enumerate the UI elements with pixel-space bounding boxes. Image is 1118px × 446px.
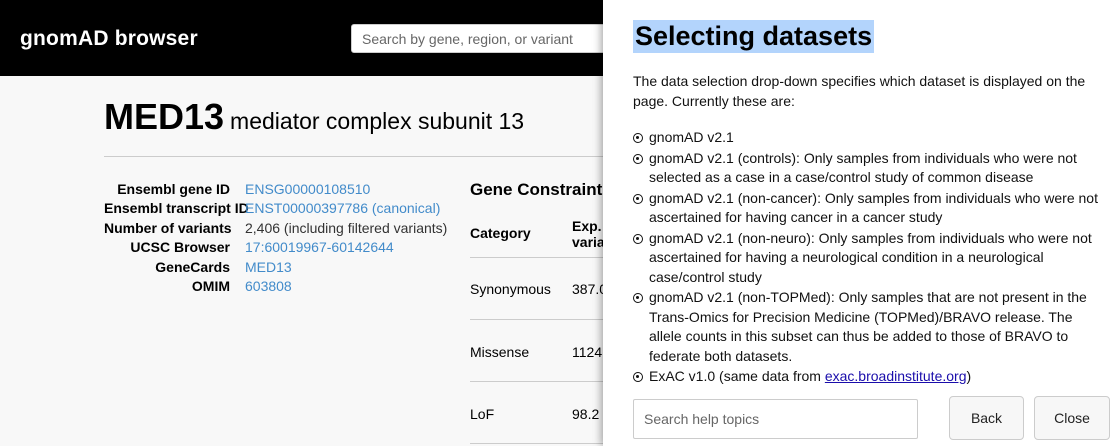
number-of-variants-value: 2,406 (including filtered variants) <box>245 219 448 236</box>
table-row-synonymous-expected: 387.0 <box>572 281 608 297</box>
table-row-lof-category: LoF <box>470 406 495 422</box>
brand-logo[interactable]: gnomAD browser <box>20 27 198 51</box>
table-row-lof-expected: 98.2 <box>572 406 600 422</box>
column-header-expected: Exp. varia <box>572 218 605 250</box>
table-row-divider <box>470 381 610 382</box>
genecards-link[interactable]: MED13 <box>245 258 292 277</box>
dataset-list: gnomAD v2.1 gnomAD v2.1 (controls): Only… <box>633 128 1103 387</box>
omim-link[interactable]: 603808 <box>245 277 292 296</box>
table-row-divider <box>470 319 610 320</box>
radio-bullet-icon <box>633 133 643 143</box>
attr-key: Number of variants <box>104 219 232 236</box>
radio-bullet-icon <box>633 293 643 303</box>
gene-symbol: MED13 <box>104 96 225 137</box>
table-row-divider <box>470 443 610 444</box>
attr-row-genecards: GeneCards MED13 <box>104 258 447 277</box>
page-title: MED13 mediator complex subunit 13 <box>104 96 524 138</box>
dataset-item-suffix: ) <box>966 368 972 384</box>
back-button[interactable]: Back <box>949 396 1024 440</box>
help-search-input[interactable] <box>633 399 918 439</box>
attr-row-ensembl-transcript-id: Ensembl transcript ID ENST00000397786 (c… <box>104 199 447 218</box>
table-row-missense-expected: 1124 <box>572 344 603 360</box>
attr-key: GeneCards <box>155 258 230 275</box>
ucsc-browser-link[interactable]: 17:60019967-60142644 <box>245 238 394 257</box>
help-title: Selecting datasets <box>633 20 875 53</box>
ensembl-gene-id-link[interactable]: ENSG00000108510 <box>245 180 370 199</box>
gene-full-name: mediator complex subunit 13 <box>230 108 525 134</box>
radio-bullet-icon <box>633 153 643 164</box>
dataset-item-text: gnomAD v2.1 (controls): Only samples fro… <box>649 149 1077 186</box>
help-content: The data selection drop-down specifies w… <box>633 72 1103 388</box>
column-header-category: Category <box>470 225 531 241</box>
dataset-item-text: gnomAD v2.1 <box>649 129 734 145</box>
radio-bullet-icon <box>633 233 643 244</box>
dataset-item-non-topmed: gnomAD v2.1 (non-TOPMed): Only samples t… <box>633 288 1103 366</box>
gene-attributes: Ensembl gene ID ENSG00000108510 Ensembl … <box>104 180 447 296</box>
exac-link[interactable]: exac.broadinstitute.org <box>825 368 967 384</box>
dataset-item-text: gnomAD v2.1 (non-cancer): Only samples f… <box>649 189 1098 226</box>
table-header-divider <box>470 257 610 258</box>
dataset-item-exac: ExAC v1.0 (same data from exac.broadinst… <box>633 367 1103 387</box>
dataset-item-text: ExAC v1.0 (same data from <box>649 368 825 384</box>
dataset-item-text: gnomAD v2.1 (non-neuro): Only samples fr… <box>649 229 1092 285</box>
dataset-item-gnomad-v2-1: gnomAD v2.1 <box>633 128 1103 148</box>
attr-key: OMIM <box>191 278 230 295</box>
dataset-item-non-cancer: gnomAD v2.1 (non-cancer): Only samples f… <box>633 189 1103 228</box>
attr-key: UCSC Browser <box>130 239 230 256</box>
table-row-missense-category: Missense <box>470 344 530 360</box>
attr-row-ensembl-gene-id: Ensembl gene ID ENSG00000108510 <box>104 180 447 199</box>
radio-bullet-icon <box>633 372 643 382</box>
dataset-item-controls: gnomAD v2.1 (controls): Only samples fro… <box>633 149 1103 188</box>
gene-constraint-heading: Gene Constraint <box>470 180 603 199</box>
attr-row-omim: OMIM 603808 <box>104 277 447 296</box>
ensembl-transcript-id-link[interactable]: ENST00000397786 (canonical) <box>245 199 440 218</box>
help-intro: The data selection drop-down specifies w… <box>633 73 1086 109</box>
dataset-item-non-neuro: gnomAD v2.1 (non-neuro): Only samples fr… <box>633 229 1103 288</box>
close-button[interactable]: Close <box>1034 396 1110 440</box>
search-input[interactable] <box>351 24 611 53</box>
attr-row-ucsc-browser: UCSC Browser 17:60019967-60142644 <box>104 238 447 257</box>
attr-key: Ensembl gene ID <box>117 181 230 197</box>
attr-key: Ensembl transcript ID <box>104 200 249 217</box>
table-row-synonymous-category: Synonymous <box>470 281 551 297</box>
attr-row-number-of-variants: Number of variants 2,406 (including filt… <box>104 219 447 238</box>
help-footer: Back Close <box>633 396 1110 440</box>
title-divider <box>104 156 604 157</box>
dataset-item-text: gnomAD v2.1 (non-TOPMed): Only samples t… <box>649 289 1087 364</box>
radio-bullet-icon <box>633 193 643 204</box>
help-panel: Selecting datasets The data selection dr… <box>603 0 1118 446</box>
